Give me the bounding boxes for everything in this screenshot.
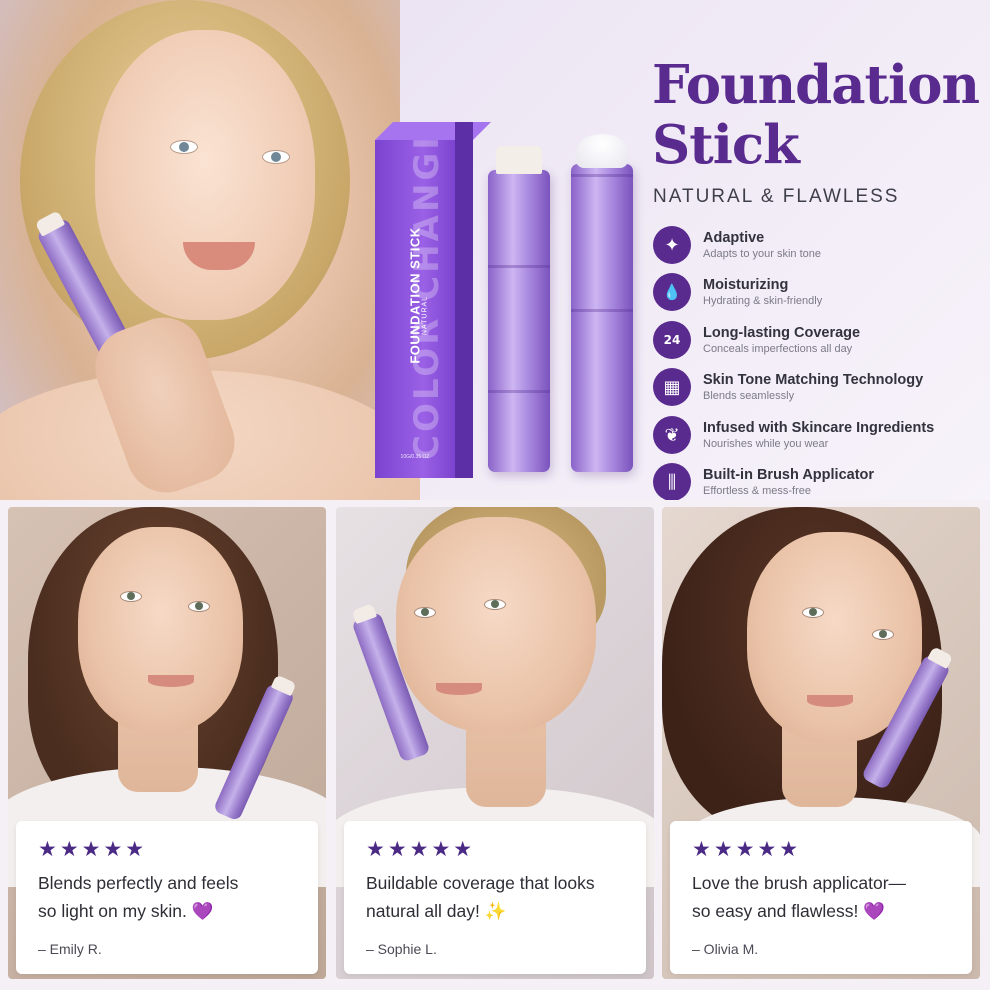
reviewer-eye [872, 629, 894, 640]
star-rating: ★★★★★ [38, 837, 148, 861]
swatches-icon: ▦ [653, 368, 691, 406]
reviewer-eye [484, 599, 506, 610]
review-author: – Emily R. [38, 941, 102, 957]
brush-icon: ⫼ [653, 463, 691, 500]
review-panel-1: ★★★★★ Blends perfectly and feels so ligh… [8, 507, 326, 979]
page-subtitle: NATURAL & FLAWLESS [653, 186, 900, 207]
review-card: ★★★★★ Buildable coverage that looks natu… [344, 821, 646, 974]
reviewer-lips [436, 683, 482, 695]
feature-item: ⫼ Built-in Brush Applicator Effortless &… [653, 463, 983, 500]
star-rating: ★★★★★ [366, 837, 476, 861]
review-card: ★★★★★ Love the brush applicator— so easy… [670, 821, 972, 974]
reviewer-eye [802, 607, 824, 618]
model-eye-left [170, 140, 198, 154]
reviewer-lips [148, 675, 194, 687]
product-box-top [375, 122, 491, 140]
product-box-side [455, 122, 473, 478]
reviewer-eye [188, 601, 210, 612]
model-photo [0, 0, 420, 500]
feature-item: ❦ Infused with Skincare Ingredients Nour… [653, 416, 983, 456]
review-panel-2: ★★★★★ Buildable coverage that looks natu… [336, 507, 654, 979]
feature-item: 💧 Moisturizing Hydrating & skin-friendly [653, 273, 983, 313]
reviewer-face [78, 527, 243, 732]
review-text: Buildable coverage that looks natural al… [366, 873, 595, 921]
box-size: 10G/0.35 OZ [400, 454, 430, 460]
leaf-icon: ❦ [653, 416, 691, 454]
review-text: Love the brush applicator— so easy and f… [692, 873, 907, 921]
page-title: Foundation Stick [652, 54, 980, 176]
review-card: ★★★★★ Blends perfectly and feels so ligh… [16, 821, 318, 974]
reviewer-eye [120, 591, 142, 602]
box-product-name: FOUNDATION STICK [407, 227, 423, 364]
reviewer-face [396, 517, 596, 732]
feature-item: ▦ Skin Tone Matching Technology Blends s… [653, 368, 983, 408]
review-author: – Olivia M. [692, 941, 759, 957]
review-author: – Sophie L. [366, 941, 437, 957]
box-product-variant: NATURAL [421, 295, 429, 336]
model-face [95, 30, 315, 320]
star-rating: ★★★★★ [692, 837, 802, 861]
reviewer-eye [414, 607, 436, 618]
review-panel-3: ★★★★★ Love the brush applicator— so easy… [662, 507, 980, 979]
foundation-stick-open [488, 146, 550, 472]
reviewer-lips [807, 695, 853, 707]
feature-item: 24 Long-lasting Coverage Conceals imperf… [653, 321, 983, 361]
hero-section: COLOR CHANGING FOUNDATION STICK NATURAL … [0, 0, 990, 500]
sparkle-icon: ✦ [653, 226, 691, 264]
feature-item: ✦ Adaptive Adapts to your skin tone [653, 226, 983, 266]
24-hour-icon: 24 [653, 321, 691, 359]
droplet-icon: 💧 [653, 273, 691, 311]
review-text: Blends perfectly and feels so light on m… [38, 873, 239, 921]
foundation-stick-brush [571, 134, 633, 472]
model-eye-right [262, 150, 290, 164]
